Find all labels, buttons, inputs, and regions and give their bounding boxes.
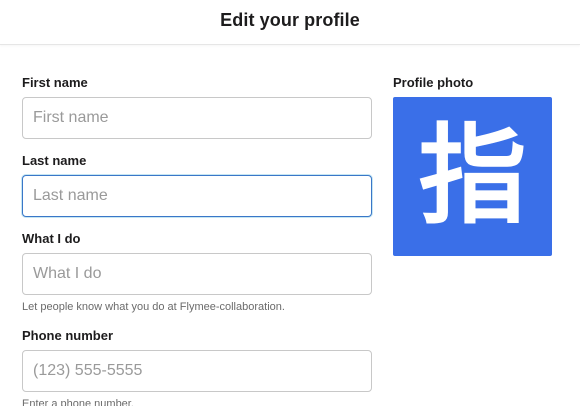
last-name-input[interactable] <box>22 175 372 217</box>
profile-photo-label: Profile photo <box>393 75 474 90</box>
last-name-group: Last name <box>22 152 372 217</box>
phone-number-label: Phone number <box>22 328 114 343</box>
edit-profile-page: Edit your profile First name Last name W… <box>0 0 580 406</box>
profile-photo-avatar-glyph: 指 <box>418 113 527 239</box>
first-name-label: First name <box>22 75 88 90</box>
phone-number-hint: Enter a phone number. <box>22 398 134 406</box>
profile-photo[interactable]: 指 <box>393 97 552 256</box>
what-i-do-group: What I do Let people know what you do at… <box>22 230 372 314</box>
what-i-do-hint: Let people know what you do at Flymee-co… <box>22 301 285 313</box>
first-name-group: First name <box>22 74 372 139</box>
profile-form: First name Last name What I do Let peopl… <box>22 72 372 406</box>
profile-photo-section: Profile photo 指 <box>393 72 552 256</box>
first-name-input[interactable] <box>22 97 372 139</box>
header: Edit your profile <box>0 0 580 45</box>
phone-number-group: Phone number Enter a phone number. <box>22 327 372 406</box>
last-name-label: Last name <box>22 153 87 168</box>
phone-number-input[interactable] <box>22 350 372 392</box>
page-title: Edit your profile <box>220 9 360 30</box>
what-i-do-label: What I do <box>22 231 81 246</box>
what-i-do-input[interactable] <box>22 253 372 295</box>
